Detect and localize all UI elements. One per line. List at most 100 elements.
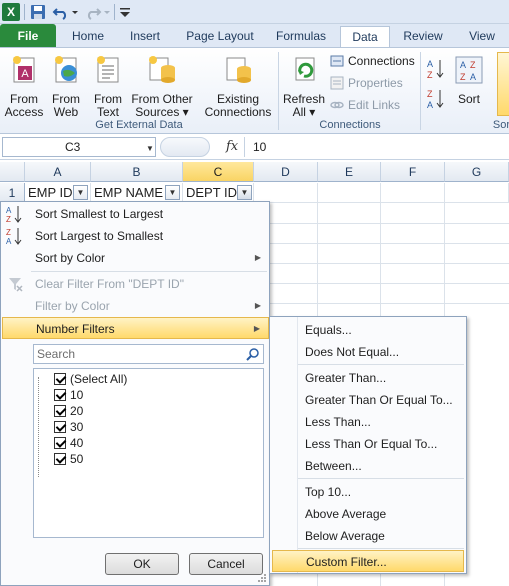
name-box-dropdown-icon[interactable]: ▼ xyxy=(146,144,154,153)
greater-than-or-equal-item[interactable]: Greater Than Or Equal To... xyxy=(272,389,464,411)
svg-text:Z: Z xyxy=(460,72,466,82)
redo-dropdown-icon xyxy=(104,11,110,14)
sort-z-to-a-icon[interactable]: ZA xyxy=(427,88,445,110)
below-average-item[interactable]: Below Average xyxy=(272,525,464,547)
custom-filter-item[interactable]: Custom Filter... xyxy=(272,550,464,572)
tab-formulas[interactable]: Formulas xyxy=(270,26,332,48)
equals-item[interactable]: Equals... xyxy=(272,319,464,341)
refresh-all-button[interactable]: Refresh All ▾ xyxy=(282,54,326,119)
tab-file[interactable]: File xyxy=(0,24,56,48)
excel-logo-icon[interactable]: X xyxy=(2,3,20,21)
ok-button[interactable]: OK xyxy=(105,553,179,575)
cell-g1[interactable] xyxy=(445,183,509,203)
checkbox-value[interactable]: 10 xyxy=(54,387,83,403)
name-box[interactable]: C3 xyxy=(2,137,156,157)
tab-view[interactable]: View xyxy=(460,26,504,48)
top-10-item[interactable]: Top 10... xyxy=(272,481,464,503)
column-header-a[interactable]: A xyxy=(25,162,91,182)
column-header-d[interactable]: D xyxy=(254,162,318,182)
checkbox-value[interactable]: 40 xyxy=(54,435,83,451)
filter-button-partial[interactable] xyxy=(497,52,509,116)
checkbox-value[interactable]: 20 xyxy=(54,403,83,419)
sort-smallest-to-largest-item[interactable]: AZ Sort Smallest to Largest xyxy=(2,203,269,225)
divider xyxy=(298,478,464,479)
checkbox-icon[interactable] xyxy=(54,373,66,385)
checkbox-value[interactable]: 50 xyxy=(54,451,83,467)
tab-insert[interactable]: Insert xyxy=(122,26,168,48)
checkbox-value[interactable]: 30 xyxy=(54,419,83,435)
existing-connections-button[interactable]: Existing Connections xyxy=(202,54,274,119)
sort-by-color-item[interactable]: Sort by Color ▶ xyxy=(2,247,269,269)
cell-d1[interactable] xyxy=(254,183,318,203)
sort-largest-to-smallest-item[interactable]: ZA Sort Largest to Smallest xyxy=(2,225,269,247)
checkbox-icon[interactable] xyxy=(54,437,66,449)
filter-values-list[interactable]: (Select All) 10 20 30 40 50 xyxy=(33,368,264,538)
divider xyxy=(114,4,115,20)
cell-b1[interactable]: EMP NAME ▼ xyxy=(91,183,183,203)
save-icon[interactable] xyxy=(29,3,47,21)
cancel-button[interactable]: Cancel xyxy=(189,553,263,575)
formula-bar-splitter[interactable] xyxy=(160,137,210,157)
greater-than-item[interactable]: Greater Than... xyxy=(272,367,464,389)
cell-a1[interactable]: EMP ID ▼ xyxy=(25,183,91,203)
existing-label-2: Connections xyxy=(204,105,272,119)
properties-label: Properties xyxy=(348,76,403,90)
less-than-or-equal-item[interactable]: Less Than Or Equal To... xyxy=(272,433,464,455)
above-average-item[interactable]: Above Average xyxy=(272,503,464,525)
column-header-e[interactable]: E xyxy=(318,162,381,182)
between-item[interactable]: Between... xyxy=(272,455,464,477)
from-access-label-2: Access xyxy=(4,105,44,119)
insert-function-icon[interactable]: fx xyxy=(226,139,238,154)
sort-a-to-z-icon[interactable]: AZ xyxy=(427,58,445,80)
tab-home[interactable]: Home xyxy=(64,26,112,48)
link-icon xyxy=(330,101,344,109)
resize-grip-icon[interactable] xyxy=(257,573,267,583)
group-label-sort: Sort xyxy=(492,119,509,131)
tab-page-layout[interactable]: Page Layout xyxy=(180,26,260,48)
formula-input[interactable]: 10 xyxy=(244,137,509,157)
column-header-c[interactable]: C xyxy=(183,162,254,182)
checkbox-icon[interactable] xyxy=(54,405,66,417)
select-all-corner[interactable] xyxy=(0,162,25,182)
sort-button[interactable]: AZZA Sort xyxy=(452,54,486,106)
filter-dropdown-c[interactable]: ▼ xyxy=(237,185,252,200)
undo-icon[interactable] xyxy=(52,3,70,21)
value-label: 30 xyxy=(70,420,84,434)
connections-button[interactable]: Connections xyxy=(328,52,415,70)
sort-color-label: Sort by Color xyxy=(35,251,106,265)
clear-filter-label: Clear Filter From "DEPT ID" xyxy=(35,277,184,291)
checkbox-select-all[interactable]: (Select All) xyxy=(54,371,127,387)
cell-f1[interactable] xyxy=(381,183,445,203)
gridline xyxy=(270,263,509,264)
column-header-f[interactable]: F xyxy=(381,162,445,182)
customize-qat-icon[interactable] xyxy=(116,3,134,21)
filter-dropdown-b[interactable]: ▼ xyxy=(165,185,180,200)
column-header-b[interactable]: B xyxy=(91,162,183,182)
filter-search-input[interactable]: Search xyxy=(33,344,264,364)
does-not-equal-item[interactable]: Does Not Equal... xyxy=(272,341,464,363)
edit-links-label: Edit Links xyxy=(348,98,401,112)
tab-review[interactable]: Review xyxy=(398,26,448,48)
less-than-item[interactable]: Less Than... xyxy=(272,411,464,433)
checkbox-icon[interactable] xyxy=(54,453,66,465)
from-text-button[interactable]: From Text xyxy=(88,54,128,119)
filter-dropdown-a[interactable]: ▼ xyxy=(73,185,88,200)
cell-e1[interactable] xyxy=(318,183,381,203)
number-filters-submenu: Equals... Does Not Equal... Greater Than… xyxy=(269,316,467,574)
from-other-sources-button[interactable]: From Other Sources ▾ xyxy=(130,54,194,119)
formula-bar: C3 ▼ fx 10 xyxy=(0,135,509,160)
from-web-button[interactable]: From Web xyxy=(46,54,86,119)
checkbox-icon[interactable] xyxy=(54,421,66,433)
column-header-g[interactable]: G xyxy=(445,162,509,182)
filter-color-label: Filter by Color xyxy=(35,299,110,313)
tab-data[interactable]: Data xyxy=(340,26,390,49)
number-filters-item[interactable]: Number Filters ▶ xyxy=(2,317,269,339)
header-dept-id: DEPT ID xyxy=(186,185,238,200)
checkbox-icon[interactable] xyxy=(54,389,66,401)
undo-dropdown-icon[interactable] xyxy=(70,3,80,21)
submenu-arrow-icon: ▶ xyxy=(254,301,261,310)
cell-c1[interactable]: DEPT ID ▼ xyxy=(183,183,254,203)
select-all-label: (Select All) xyxy=(70,372,128,386)
from-access-button[interactable]: A From Access xyxy=(4,54,44,119)
row-header-1[interactable]: 1 xyxy=(0,183,25,203)
